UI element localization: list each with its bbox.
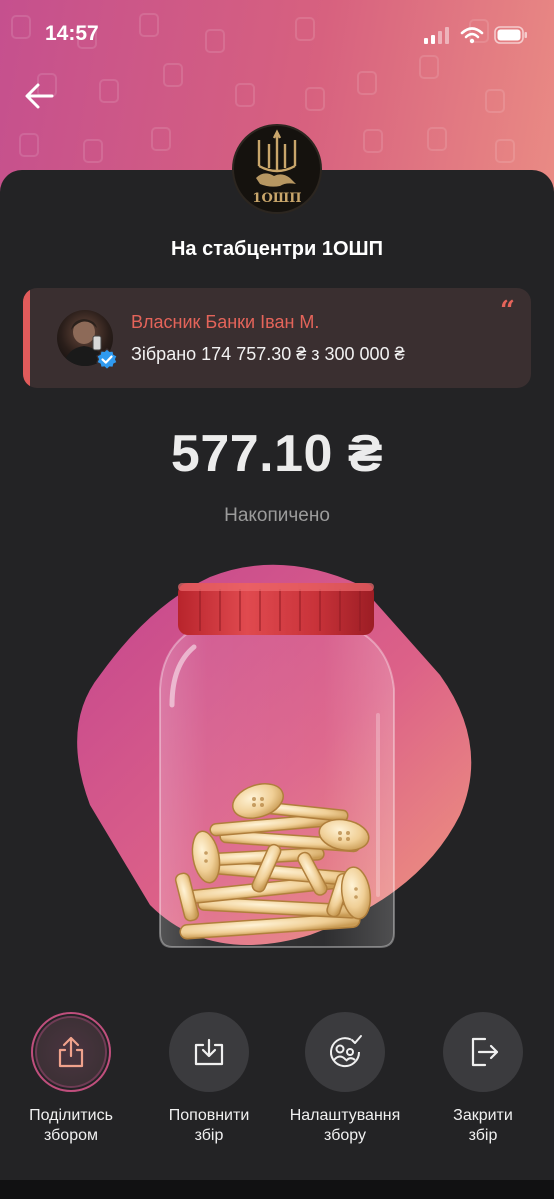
arrow-left-icon	[25, 83, 54, 109]
jar-settings-button[interactable]: Налаштування збору	[280, 1012, 410, 1146]
page-title: На стабцентри 1ОШП	[170, 238, 384, 260]
owner-collected-progress: Зібрано 174 757.30 ₴ з 300 000 ₴	[131, 344, 405, 364]
status-time: 14:57	[45, 22, 99, 45]
settings-icon	[330, 1035, 362, 1068]
owner-card[interactable]: Власник Банки Іван М. Зібрано 174 757.30…	[23, 288, 531, 388]
close-jar-icon	[471, 1037, 499, 1067]
jar-settings-label: Налаштування збору	[289, 1107, 401, 1144]
close-jar-button-circle[interactable]	[443, 1012, 523, 1092]
close-jar-button[interactable]: Закрити збір	[418, 1012, 548, 1146]
top-up-icon	[194, 1038, 224, 1066]
owner-name: Власник Банки Іван М.	[131, 312, 320, 332]
wifi-icon	[460, 27, 484, 44]
status-bar: 14:57	[0, 0, 554, 70]
share-icon	[58, 1036, 84, 1068]
back-button[interactable]	[22, 78, 58, 114]
battery-icon	[494, 26, 527, 44]
jar-illustration	[77, 564, 472, 948]
settings-button-circle[interactable]	[305, 1012, 385, 1092]
share-jar-button[interactable]: Поділитись збором	[6, 1012, 136, 1146]
action-bar: Поділитись збором Поповнити збір Налашту…	[0, 1012, 554, 1162]
signal-icon	[424, 27, 449, 44]
accumulated-amount: 577.10 ₴	[170, 425, 384, 483]
verified-badge-icon	[96, 348, 118, 371]
accumulated-caption: Накопичено	[224, 505, 330, 526]
top-up-jar-button[interactable]: Поповнити збір	[144, 1012, 274, 1146]
jar-logo: 1ОШП	[232, 124, 322, 214]
quote-icon: “	[500, 296, 515, 326]
share-button-circle[interactable]	[31, 1012, 111, 1092]
top-up-button-circle[interactable]	[169, 1012, 249, 1092]
logo-text: 1ОШП	[252, 191, 301, 206]
status-icons	[424, 26, 528, 44]
top-up-jar-label: Поповнити збір	[168, 1107, 250, 1144]
home-indicator-area	[0, 1180, 554, 1199]
owner-card-accent	[23, 288, 30, 388]
share-jar-label: Поділитись збором	[29, 1107, 113, 1144]
brigade-emblem-icon: 1ОШП	[252, 129, 302, 206]
close-jar-label: Закрити збір	[453, 1107, 513, 1144]
